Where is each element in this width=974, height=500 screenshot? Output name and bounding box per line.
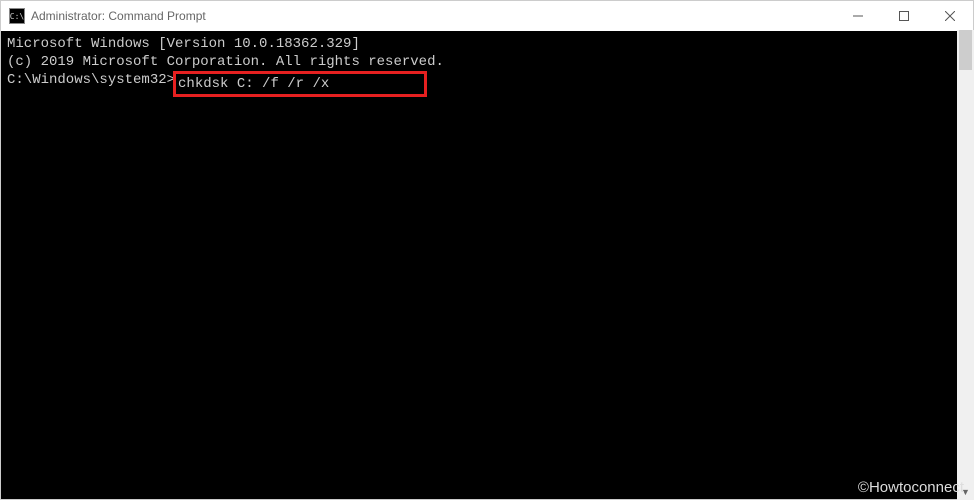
minimize-icon (853, 11, 863, 21)
scroll-thumb[interactable] (959, 30, 972, 70)
command-prompt-window: C:\ Administrator: Command Prompt Micros… (0, 0, 974, 500)
terminal-prompt-line: C:\Windows\system32>chkdsk C: /f /r /x (7, 71, 967, 97)
terminal-command: chkdsk C: /f /r /x (178, 76, 329, 92)
app-icon: C:\ (9, 8, 25, 24)
terminal-line-version: Microsoft Windows [Version 10.0.18362.32… (7, 35, 967, 53)
close-button[interactable] (927, 1, 973, 31)
close-icon (945, 11, 955, 21)
maximize-icon (899, 11, 909, 21)
window-title: Administrator: Command Prompt (31, 9, 835, 23)
maximize-button[interactable] (881, 1, 927, 31)
terminal[interactable]: Microsoft Windows [Version 10.0.18362.32… (1, 31, 973, 499)
titlebar[interactable]: C:\ Administrator: Command Prompt (1, 1, 973, 31)
app-icon-text: C:\ (10, 12, 24, 21)
scroll-down-arrow-icon[interactable]: ▼ (957, 483, 974, 500)
window-controls (835, 1, 973, 31)
terminal-prompt: C:\Windows\system32> (7, 71, 175, 97)
minimize-button[interactable] (835, 1, 881, 31)
terminal-line-copyright: (c) 2019 Microsoft Corporation. All righ… (7, 53, 967, 71)
command-highlight: chkdsk C: /f /r /x (173, 71, 427, 97)
vertical-scrollbar[interactable]: ▲ ▼ (957, 30, 974, 500)
